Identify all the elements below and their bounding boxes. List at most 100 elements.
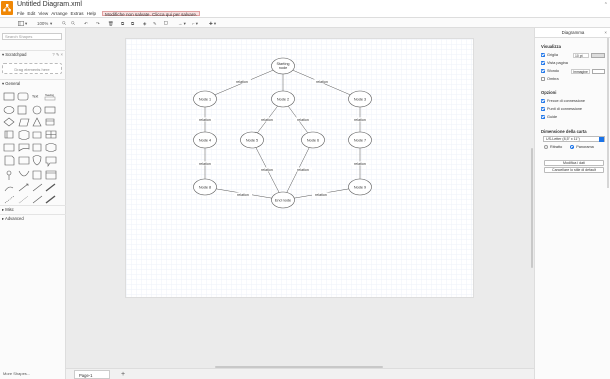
edge-label[interactable]: relation	[236, 80, 248, 84]
format-panel-scrollbar[interactable]	[607, 38, 609, 188]
node-label: Node 9	[354, 185, 366, 189]
clear-default-style-button[interactable]: Cancellare lo stile di default	[544, 167, 604, 173]
menu-edit[interactable]: Edit	[27, 11, 35, 16]
scratchpad-actions[interactable]: ? ✎ ×	[52, 51, 63, 58]
node-label: Node 1	[199, 97, 211, 101]
edge-label[interactable]: relation	[261, 118, 273, 122]
actor-shape	[6, 170, 12, 176]
edge-label[interactable]: relation	[297, 168, 309, 172]
canvas-area[interactable]: relation relation relation relation relation…	[66, 28, 534, 368]
connection-arrows-checkbox[interactable]	[541, 99, 545, 103]
guides-checkbox[interactable]	[541, 115, 545, 119]
scratchpad-drop-zone[interactable]: Drag elements here	[2, 63, 62, 74]
zoom-in-icon[interactable]	[62, 21, 66, 25]
grid-size-input[interactable]: 10 pt	[573, 53, 589, 58]
edge-label[interactable]: relation	[297, 118, 309, 122]
bidirectional-arrow-shape	[32, 183, 43, 192]
paper-size-value: US-Letter (8,5" x 11")	[546, 137, 580, 141]
collapse-header-icon[interactable]: ⌃	[604, 2, 608, 8]
page-view-checkbox[interactable]	[541, 61, 545, 65]
node-label: Node 4	[199, 138, 211, 142]
list-shape	[45, 170, 57, 180]
line-color-icon[interactable]: ✎	[153, 20, 157, 27]
edge-label[interactable]: relation	[261, 168, 273, 172]
to-back-icon[interactable]: ⧉	[131, 20, 134, 27]
misc-section[interactable]: ▸ Misc	[0, 205, 66, 212]
edge-label[interactable]: relation	[237, 193, 249, 197]
delete-icon[interactable]: 🗑	[108, 20, 114, 27]
edge-label[interactable]: relation	[199, 162, 211, 166]
to-front-icon[interactable]: ⧉	[121, 20, 124, 27]
menu-view[interactable]: View	[38, 11, 48, 16]
edge-label[interactable]: relation	[354, 162, 366, 166]
fill-color-icon[interactable]: ◈	[143, 20, 146, 27]
view-section-title: Visualizza	[541, 44, 561, 49]
view-panels-icon[interactable]	[18, 21, 24, 26]
edge-label[interactable]: relation	[315, 193, 327, 197]
page-shape	[4, 155, 15, 166]
node-label: Node 7	[354, 138, 366, 142]
background-image-button[interactable]: Immagine	[571, 69, 590, 74]
paper-size-select[interactable]: US-Letter (8,5" x 11")	[543, 136, 605, 142]
parallelogram-shape	[18, 118, 30, 127]
page-tab[interactable]: Page-1	[74, 370, 110, 379]
diagram-page[interactable]: relation relation relation relation relation…	[125, 38, 474, 298]
general-section[interactable]: ▾ General	[0, 79, 66, 86]
menu-file[interactable]: File	[17, 11, 24, 16]
ellipse-shape	[3, 106, 15, 114]
zoom-out-icon[interactable]	[71, 21, 75, 25]
chevron-down-icon[interactable]	[599, 137, 604, 142]
scratchpad-label: Scratchpad	[5, 52, 27, 57]
insert-icon[interactable]: ✚ ▾	[209, 20, 216, 27]
portrait-radio[interactable]	[544, 145, 548, 149]
diamond-shape	[3, 117, 15, 127]
document-title[interactable]: Untitled Diagram.xml	[17, 1, 82, 8]
search-shapes-input[interactable]: Search Shapes	[2, 33, 62, 40]
speech-shape	[45, 156, 57, 167]
add-page-icon[interactable]: +	[121, 370, 125, 379]
scratchpad-section[interactable]: ▾ Scratchpad? ✎ ×	[0, 50, 66, 57]
background-checkbox[interactable]	[541, 69, 545, 73]
zoom-dropdown-arrow[interactable]: ▾	[50, 20, 52, 27]
node-label: Node 8	[199, 185, 211, 189]
format-panel-title[interactable]: Diagramma	[535, 28, 610, 38]
arrow-shape	[18, 183, 29, 192]
waypoints-icon[interactable]: ⌐ ▾	[192, 20, 198, 27]
edit-data-button[interactable]: Modifica i dati	[544, 160, 604, 166]
shadow-icon[interactable]	[164, 21, 168, 25]
grid-checkbox[interactable]	[541, 53, 545, 57]
shadow-checkbox[interactable]	[541, 77, 545, 81]
undo-icon[interactable]: ↶	[84, 20, 88, 27]
document-shape	[18, 143, 30, 152]
menu-extras[interactable]: Extras	[71, 11, 84, 16]
redo-icon[interactable]: ↷	[96, 20, 100, 27]
node-label: Starting	[276, 62, 289, 66]
background-color-swatch[interactable]	[592, 69, 605, 74]
close-icon[interactable]: ×	[604, 28, 607, 38]
view-dropdown-arrow[interactable]: ▾	[25, 20, 27, 27]
more-shapes-link[interactable]: More Shapes...	[3, 371, 30, 376]
connection-points-checkbox[interactable]	[541, 107, 545, 111]
edge-label[interactable]: relation	[316, 80, 328, 84]
landscape-radio[interactable]	[570, 145, 575, 149]
unsaved-changes-notice[interactable]: Modifiche non salvate. Clicca qui per sa…	[102, 10, 201, 17]
menu-arrange[interactable]: Arrange	[51, 11, 67, 16]
table-shape	[45, 130, 57, 139]
vertical-scrollbar[interactable]	[531, 148, 533, 268]
connection-style-icon[interactable]: → ▾	[178, 20, 186, 27]
advanced-section[interactable]: ▸ Advanced	[0, 214, 66, 221]
page-view-label: Vista pagina	[547, 61, 568, 65]
diagram-svg[interactable]: relation relation relation relation relation…	[126, 39, 475, 299]
paper-size-section-title: Dimensione della carta	[541, 129, 587, 134]
line-shape	[32, 195, 43, 204]
zoom-level[interactable]: 100%	[37, 20, 48, 27]
rectangle-shape	[3, 92, 15, 101]
toolbar: ▾ 100% ▾ ↶ ↷ 🗑 ⧉ ⧉ ◈ ✎ → ▾ ⌐ ▾ ✚ ▾	[0, 17, 610, 28]
format-panel: Diagramma × Visualizza Griglia 10 pt Vis…	[534, 28, 610, 379]
edge-label[interactable]: relation	[199, 118, 211, 122]
curved-arrow-shape	[4, 186, 14, 192]
menu-help[interactable]: Help	[87, 11, 96, 16]
cylinder-shape	[18, 130, 30, 140]
grid-color-swatch[interactable]	[591, 53, 605, 58]
edge-label[interactable]: relation	[354, 118, 366, 122]
